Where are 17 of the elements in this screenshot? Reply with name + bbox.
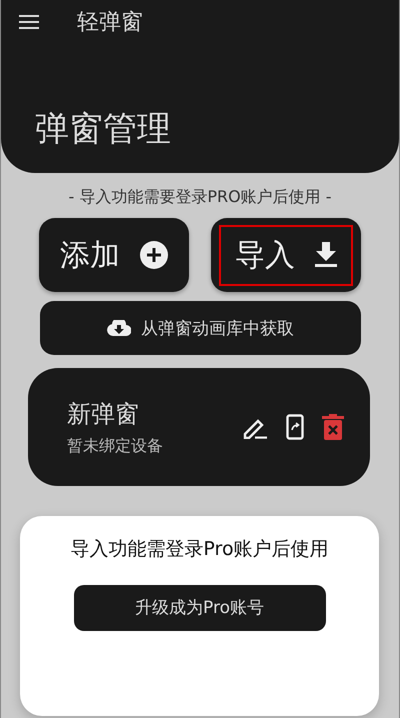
library-button[interactable]: 从弹窗动画库中获取	[40, 301, 361, 355]
delete-icon[interactable]	[322, 414, 344, 440]
upgrade-button[interactable]: 升级成为Pro账号	[74, 584, 326, 631]
menu-icon[interactable]	[19, 14, 39, 30]
phone-share-icon[interactable]	[286, 414, 304, 440]
popup-card[interactable]: 新弹窗 暂未绑定设备	[28, 368, 370, 486]
action-button[interactable]: 添加	[39, 218, 189, 292]
popup-status: 暂未绑定设备	[67, 436, 163, 456]
dialog-message: 导入功能需登录Pro账户后使用	[69, 537, 330, 562]
notice-text: - 导入功能需要登录PRO账户后使用 -	[67, 187, 333, 208]
cloud-download-icon	[107, 320, 131, 336]
action-button[interactable]: 导入	[211, 218, 361, 292]
download-icon	[315, 242, 337, 268]
app-title: 轻弹窗	[77, 9, 143, 37]
page-title: 弹窗管理	[35, 108, 172, 151]
popup-name: 新弹窗	[67, 398, 140, 430]
add-icon	[140, 241, 168, 269]
